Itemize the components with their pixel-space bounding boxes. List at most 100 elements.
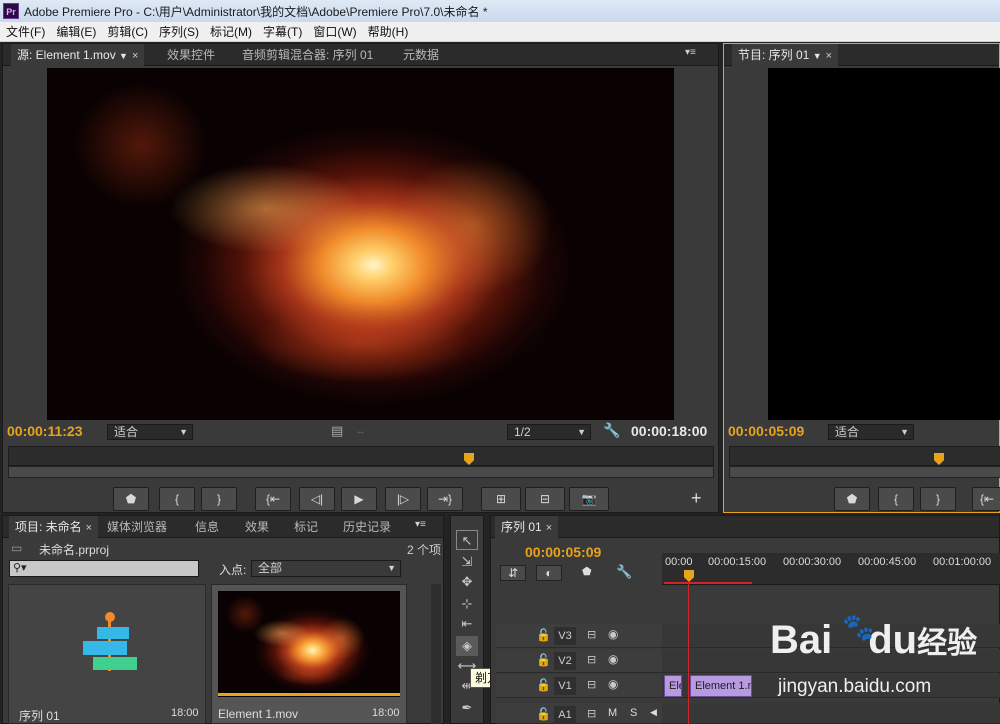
program-zoom-scrollbar[interactable] (729, 466, 1000, 478)
add-button-icon[interactable]: + (691, 488, 702, 509)
mute-button[interactable]: M (608, 707, 617, 719)
menu-edit[interactable]: 编辑(E) (50, 22, 101, 41)
sync-lock-icon[interactable]: ⊟ (587, 678, 596, 691)
tab-media-browser[interactable]: 媒体浏览器 (101, 516, 173, 538)
mark-out-button[interactable]: } (201, 487, 237, 511)
source-timecode[interactable]: 00:00:11:23 (7, 423, 83, 439)
tab-audio-mixer[interactable]: 音频剪辑混合器: 序列 01 (236, 44, 379, 66)
source-time-ruler[interactable] (8, 446, 714, 466)
ripple-edit-tool-icon[interactable]: ✥ (456, 572, 478, 592)
sync-lock-icon[interactable]: ⊟ (587, 653, 596, 666)
lock-icon[interactable]: 🔓 (536, 707, 551, 721)
search-icon: ⚲▾ (13, 562, 27, 574)
program-timecode[interactable]: 00:00:05:09 (728, 423, 804, 439)
source-duration: 00:00:18:00 (631, 423, 708, 439)
collapse-icon[interactable]: ◀ (650, 707, 657, 718)
project-scrollbar[interactable] (431, 584, 441, 724)
eye-icon[interactable]: ◉ (608, 627, 618, 641)
mark-in-button[interactable]: { (878, 487, 914, 511)
mark-in-button[interactable]: { (159, 487, 195, 511)
rate-stretch-tool-icon[interactable]: ⇤ (456, 614, 478, 634)
pen-tool-icon[interactable]: ✒ (456, 698, 478, 718)
tab-program[interactable]: 节目: 序列 01 ▼ × (732, 44, 839, 66)
insert-button[interactable]: ⊞ (481, 487, 521, 511)
add-marker-icon[interactable]: ⬟ (582, 565, 592, 578)
menu-clip[interactable]: 剪辑(C) (101, 22, 153, 41)
eye-icon[interactable]: ◉ (608, 677, 618, 691)
lock-icon[interactable]: 🔓 (536, 678, 551, 692)
go-to-out-button[interactable]: ⇥} (427, 487, 463, 511)
close-icon[interactable]: × (132, 50, 138, 62)
tab-project[interactable]: 项目: 未命名 × (9, 516, 99, 538)
wrench-icon[interactable]: 🔧 (603, 422, 620, 439)
program-time-ruler[interactable] (729, 446, 1000, 466)
playhead-icon[interactable] (684, 570, 694, 582)
mark-out-button[interactable]: } (920, 487, 956, 511)
step-back-button[interactable]: ◁| (299, 487, 335, 511)
tab-history[interactable]: 历史记录 (337, 516, 397, 538)
close-icon[interactable]: × (546, 522, 552, 534)
sync-lock-icon[interactable]: ⊟ (587, 707, 596, 720)
add-marker-button[interactable]: ⬟ (113, 487, 149, 511)
clip[interactable]: Ele (664, 675, 682, 697)
panel-menu-icon[interactable]: ▾≡ (685, 47, 696, 58)
add-marker-button[interactable]: ⬟ (834, 487, 870, 511)
go-to-in-button[interactable]: {⇤ (255, 487, 291, 511)
timeline-ruler[interactable]: 00:00 00:00:15:00 00:00:30:00 00:00:45:0… (662, 553, 1000, 585)
playhead-icon[interactable] (934, 453, 944, 465)
lock-icon[interactable]: 🔓 (536, 653, 551, 667)
sequence-thumbnail[interactable]: 序列 01 18:00 (8, 584, 206, 724)
track-label[interactable]: V1 (554, 677, 576, 695)
overwrite-button[interactable]: ⊟ (525, 487, 565, 511)
selection-tool-icon[interactable]: ↖ (456, 530, 478, 550)
playhead-icon[interactable] (464, 453, 474, 465)
resolution-dropdown[interactable]: 1/2 ▼ (507, 424, 591, 440)
ruler-label: 00:01:00:00 (933, 556, 992, 568)
track-select-tool-icon[interactable]: ⇲ (456, 552, 478, 572)
snap-icon[interactable]: ⇵ (500, 565, 526, 581)
tab-markers[interactable]: 标记 (288, 516, 324, 538)
watermark-url: jingyan.baidu.com (778, 676, 932, 697)
track-label[interactable]: V3 (554, 627, 576, 645)
sync-lock-icon[interactable]: ⊟ (587, 628, 596, 641)
lock-icon[interactable]: 🔓 (536, 628, 551, 642)
in-point-dropdown[interactable]: 全部 ▼ (251, 560, 401, 577)
play-button[interactable]: ▶ (341, 487, 377, 511)
linked-selection-icon[interactable]: ◐ (536, 565, 562, 581)
tab-source[interactable]: 源: Element 1.mov ▼ × (11, 44, 145, 66)
tab-info[interactable]: 信息 (189, 516, 225, 538)
close-icon[interactable]: × (826, 50, 832, 62)
menu-help[interactable]: 帮助(H) (362, 22, 414, 41)
menu-title[interactable]: 字幕(T) (257, 22, 307, 41)
program-tab-row: 节目: 序列 01 ▼ × (724, 44, 999, 66)
step-forward-button[interactable]: |▷ (385, 487, 421, 511)
program-fit-dropdown[interactable]: 适合 ▼ (828, 424, 914, 440)
eye-icon[interactable]: ◉ (608, 652, 618, 666)
rolling-edit-tool-icon[interactable]: ⊹ (456, 594, 478, 614)
clip[interactable]: Element 1.m (690, 675, 752, 697)
menu-file[interactable]: 文件(F) (0, 22, 50, 41)
source-fit-dropdown[interactable]: 适合 ▼ (107, 424, 193, 440)
track-label[interactable]: V2 (554, 652, 576, 670)
tab-metadata[interactable]: 元数据 (397, 44, 445, 66)
menu-marker[interactable]: 标记(M) (204, 22, 257, 41)
menu-sequence[interactable]: 序列(S) (153, 22, 204, 41)
tab-sequence[interactable]: 序列 01 × (495, 516, 559, 538)
track-label[interactable]: A1 (554, 706, 576, 724)
panel-menu-icon[interactable]: ▾≡ (415, 519, 426, 530)
timeline-timecode[interactable]: 00:00:05:09 (525, 544, 601, 560)
tab-effects[interactable]: 效果 (239, 516, 275, 538)
solo-button[interactable]: S (630, 707, 637, 719)
clip-progress-bar (218, 693, 400, 696)
export-frame-button[interactable]: 📷 (569, 487, 609, 511)
film-strip-icon[interactable]: ▤ (331, 423, 343, 439)
tab-effect-controls[interactable]: 效果控件 (161, 44, 221, 66)
clip-thumbnail[interactable]: Element 1.mov 18:00 (211, 584, 407, 724)
razor-tool-icon[interactable]: ◈ (456, 636, 478, 656)
close-icon[interactable]: × (86, 522, 92, 534)
menu-window[interactable]: 窗口(W) (307, 22, 361, 41)
source-zoom-scrollbar[interactable] (8, 466, 714, 478)
wrench-icon[interactable]: 🔧 (616, 564, 632, 580)
search-input[interactable]: ⚲▾ (9, 560, 199, 577)
go-to-in-button[interactable]: {⇤ (972, 487, 1000, 511)
